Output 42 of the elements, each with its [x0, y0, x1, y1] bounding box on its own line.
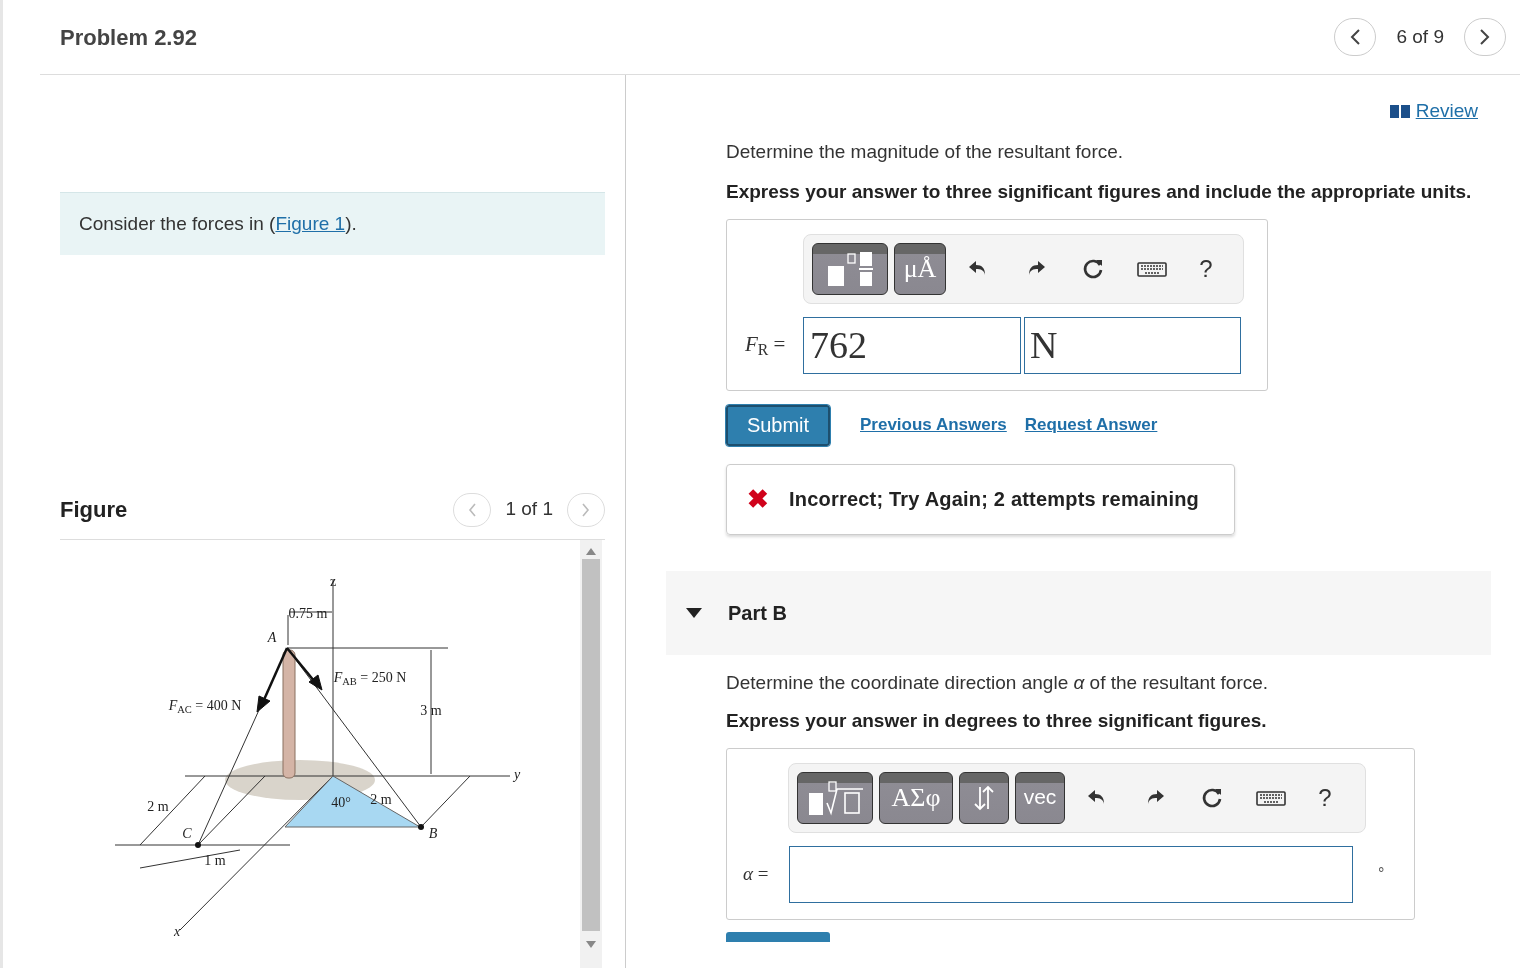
intro-text: Consider the forces in (Figure 1). — [79, 211, 357, 236]
figure-label: 3 m — [420, 704, 442, 718]
figure-pager: 1 of 1 — [505, 497, 553, 522]
figure-link[interactable]: Figure 1 — [275, 212, 346, 234]
figure-label: z — [329, 575, 337, 589]
figure-label: A — [267, 631, 277, 645]
figure-label: y — [513, 768, 521, 782]
symbol-button[interactable]: μÅ — [894, 242, 946, 295]
figure-title: Figure — [60, 496, 128, 524]
figure-label: B — [428, 827, 438, 841]
incorrect-icon: ✖ — [747, 479, 769, 519]
figure-label: x — [173, 925, 181, 939]
help-button[interactable]: ? — [1184, 250, 1228, 287]
question-text: Determine the magnitude of the resultant force. — [726, 139, 1125, 164]
figure-label: F$_{AC}$ = 400 N — [168, 699, 242, 713]
unit-field[interactable]: N — [1024, 316, 1241, 374]
problem-position: 6 of 9 — [1396, 24, 1444, 49]
figure-label: 2 m — [147, 800, 169, 814]
symbol-button[interactable]: vec — [1015, 771, 1065, 824]
part-header[interactable]: Part B — [666, 570, 1491, 655]
submit-button[interactable]: Submit — [726, 404, 830, 446]
figure-label: C — [182, 827, 192, 841]
figure-label: 40° — [331, 796, 351, 810]
part-title: Part B — [728, 600, 787, 626]
answer-link[interactable]: Request Answer — [1024, 412, 1158, 438]
answer-link[interactable]: Previous Answers — [860, 412, 1007, 438]
help-button[interactable]: ? — [1303, 779, 1347, 816]
figure-label: 1 m — [204, 854, 226, 868]
symbol-button[interactable]: ΑΣφ — [879, 771, 953, 824]
unit-label: ° — [1378, 864, 1385, 884]
figure-label: 0.75 m — [288, 607, 328, 621]
variable-label: F$_{R}$ = — [745, 331, 787, 361]
variable-label: α = — [743, 861, 770, 886]
figure-label: 2 m — [370, 793, 392, 807]
instruction-text: Express your answer in degrees to three significant figures. — [726, 709, 1268, 733]
question-text: Determine the coordinate direction angle α of the resultant force. — [726, 670, 1270, 695]
answer-field[interactable]: 762 — [803, 316, 1021, 374]
figure-label: F$_{AB}$ = 250 N — [333, 671, 407, 685]
review-link[interactable]: Review — [1389, 97, 1478, 126]
feedback-text: Incorrect; Try Again; 2 attempts remaining — [789, 487, 1199, 512]
instruction-text: Express your answer to three significant figures and include the appropriate units. — [726, 180, 1473, 204]
problem-title: Problem 2.92 — [60, 23, 197, 52]
